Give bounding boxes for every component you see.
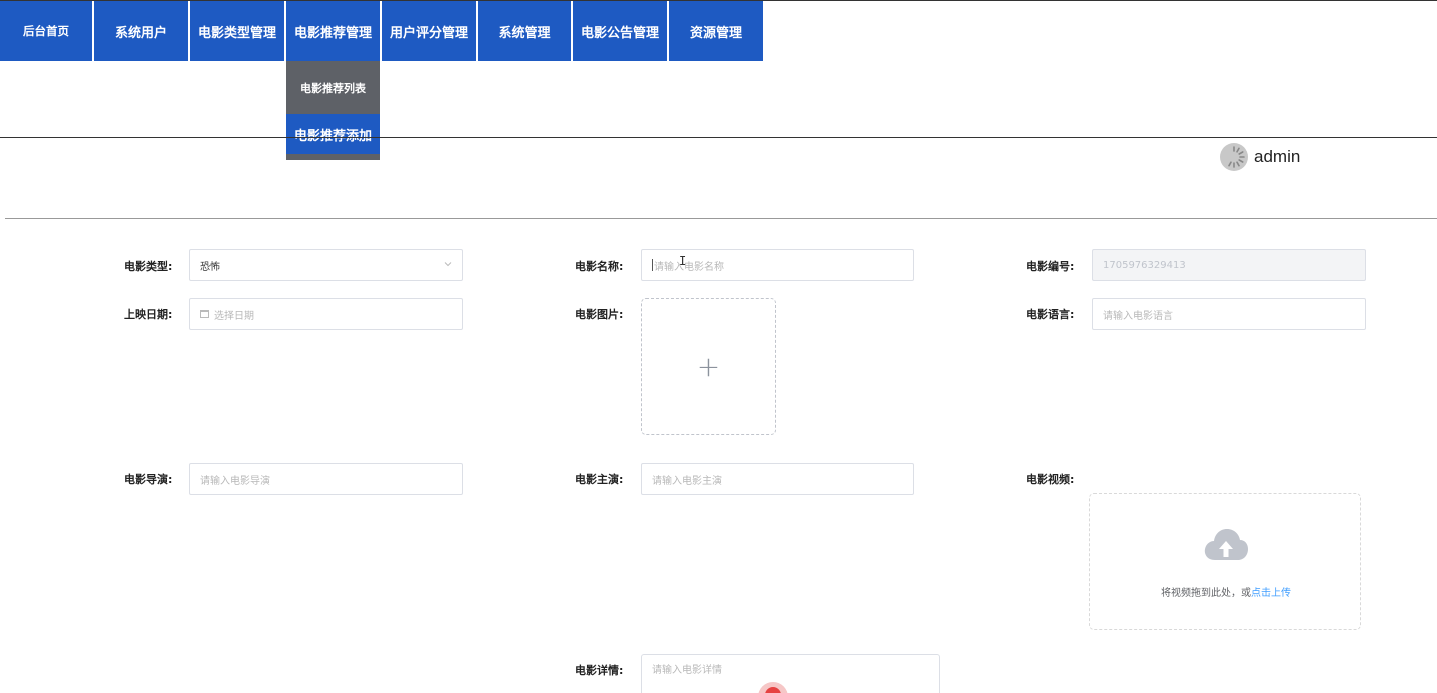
nav-item-movie-notice[interactable]: 电影公告管理 [573,1,667,61]
movie-language-label: 电影语言: [1026,308,1075,321]
movie-language-input[interactable]: 请输入电影语言 [1092,298,1366,330]
nav-item-resources[interactable]: 资源管理 [669,1,763,61]
nav-item-user-ratings[interactable]: 用户评分管理 [382,1,476,61]
nav-item-movie-recommend[interactable]: 电影推荐管理 [286,1,380,61]
video-upload-text: 将视频拖到此处，或点击上传 [1090,584,1362,599]
movie-type-label: 电影类型: [124,260,173,273]
text-cursor-icon: I [679,254,687,268]
movie-detail-placeholder: 请输入电影详情 [652,665,722,676]
user-menu[interactable]: admin [1220,143,1300,171]
text-caret [652,259,653,271]
avatar [1220,143,1248,171]
movie-detail-textarea[interactable]: 请输入电影详情 [641,654,940,693]
nav-item-home[interactable]: 后台首页 [0,1,92,61]
nav-item-system-manage[interactable]: 系统管理 [478,1,571,61]
movie-code-input: 1705976329413 [1092,249,1366,281]
movie-type-value: 恐怖 [200,261,220,273]
director-placeholder: 请输入电影导演 [200,475,270,487]
top-nav: 后台首页 系统用户 电影类型管理 电影推荐管理 用户评分管理 系统管理 电影公告… [0,1,765,61]
chevron-down-icon [444,262,452,267]
director-label: 电影导演: [124,473,173,486]
actor-placeholder: 请输入电影主演 [652,475,722,487]
submenu-item-add[interactable]: 电影推荐添加 [286,114,380,154]
release-date-picker[interactable]: 选择日期 [189,298,463,330]
movie-name-placeholder: 请输入电影名称 [654,261,724,273]
actor-label: 电影主演: [575,473,624,486]
movie-code-value: 1705976329413 [1103,259,1186,271]
actor-input[interactable]: 请输入电影主演 [641,463,914,495]
calendar-icon [200,310,209,318]
loading-spinner-icon [1228,146,1245,168]
image-uploader[interactable]: + [641,298,776,435]
movie-video-label: 电影视频: [1026,473,1075,486]
username: admin [1254,147,1301,166]
content-divider [5,218,1437,219]
movie-detail-label: 电影详情: [575,664,624,677]
plus-icon: + [696,349,721,383]
submenu-item-list[interactable]: 电影推荐列表 [286,61,380,114]
movie-name-label: 电影名称: [575,260,624,273]
release-date-placeholder: 选择日期 [214,310,254,322]
movie-type-select[interactable]: 恐怖 [189,249,463,281]
nav-item-system-users[interactable]: 系统用户 [94,1,188,61]
video-click-upload-link[interactable]: 点击上传 [1251,588,1291,599]
release-date-label: 上映日期: [124,308,173,321]
cloud-upload-icon [1204,529,1248,560]
nav-item-movie-types[interactable]: 电影类型管理 [190,1,284,61]
movie-code-label: 电影编号: [1026,260,1075,273]
video-drop-hint: 将视频拖到此处，或 [1161,588,1251,599]
header-divider [0,137,1437,138]
recommend-submenu: 电影推荐列表 电影推荐添加 [286,61,380,160]
movie-image-label: 电影图片: [575,308,624,321]
director-input[interactable]: 请输入电影导演 [189,463,463,495]
movie-language-placeholder: 请输入电影语言 [1103,310,1173,322]
video-upload-dropzone[interactable]: 将视频拖到此处，或点击上传 [1089,493,1361,630]
